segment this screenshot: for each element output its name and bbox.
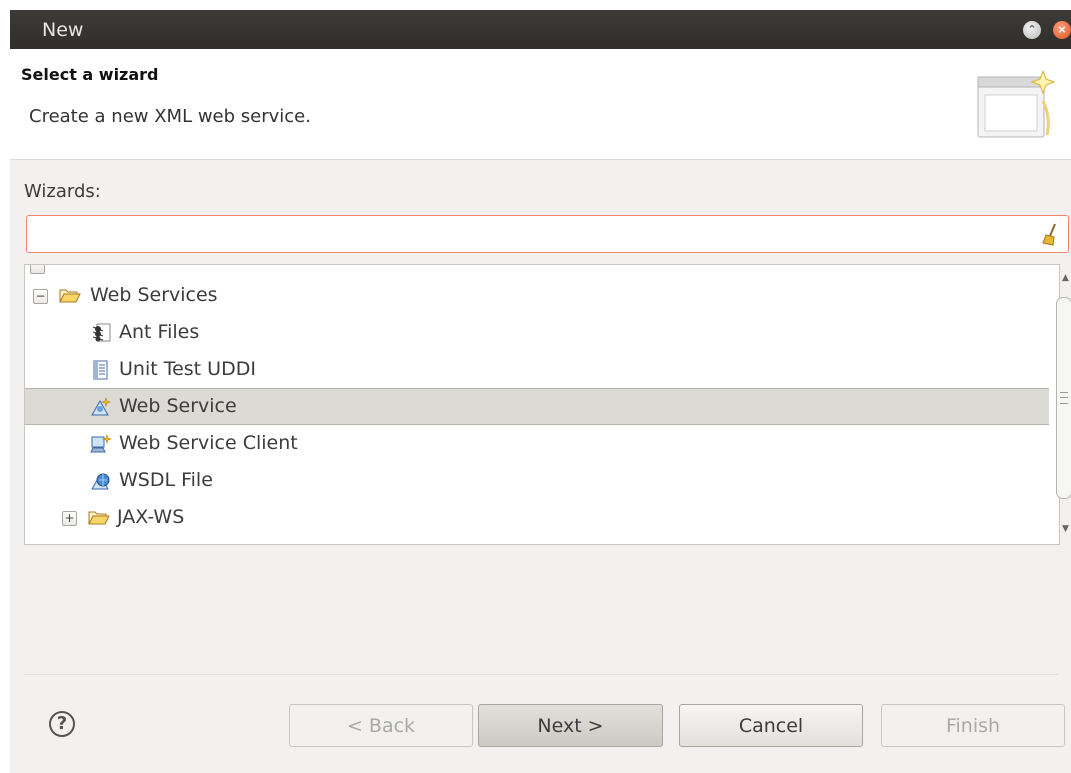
title-bar: New ⌃ × [10, 10, 1071, 49]
tree-collapse-toggle[interactable] [30, 265, 45, 274]
tree-item-wsdl-file[interactable]: WSDL File [25, 462, 1049, 499]
scroll-down-arrow-icon[interactable]: ▼ [1062, 524, 1069, 534]
wizard-header: Select a wizard Create a new XML web ser… [10, 49, 1071, 160]
next-button[interactable]: Next > [478, 704, 663, 747]
dialog-content: Wizards: − Web Services Ant Files Unit T… [10, 160, 1071, 773]
wizard-banner-icon [977, 71, 1056, 138]
clear-filter-icon[interactable] [1041, 223, 1059, 247]
header-description: Create a new XML web service. [29, 106, 311, 127]
tree-item-web-services[interactable]: − Web Services [25, 277, 1049, 314]
close-icon: × [1057, 23, 1067, 36]
ant-icon [92, 323, 111, 342]
wizards-label: Wizards: [24, 181, 101, 202]
tree-item-jax-ws[interactable]: + JAX-WS [25, 499, 1049, 536]
tree-item-label: JAX-WS [117, 506, 185, 528]
wizard-tree[interactable]: − Web Services Ant Files Unit Test UDDI … [24, 264, 1060, 545]
wsdl-icon [91, 473, 110, 490]
tree-item-label: Ant Files [119, 321, 200, 343]
web-service-client-icon [90, 434, 112, 453]
wizard-filter-input[interactable] [26, 215, 1069, 253]
folder-open-icon [59, 289, 81, 303]
finish-button[interactable]: Finish [881, 704, 1065, 747]
tree-item-web-service-client[interactable]: Web Service Client [25, 425, 1049, 462]
close-button[interactable]: × [1053, 21, 1071, 39]
maximize-icon: ⌃ [1027, 23, 1037, 36]
tree-item-label: Web Service [119, 395, 237, 417]
help-button[interactable]: ? [49, 711, 75, 737]
tree-item-unit-test-uddi[interactable]: Unit Test UDDI [25, 351, 1049, 388]
tree-item-label: WSDL File [119, 469, 213, 491]
expand-toggle[interactable]: + [62, 511, 77, 526]
tree-item-web-service[interactable]: Web Service [25, 388, 1049, 425]
tree-item-label: Web Services [90, 284, 218, 306]
maximize-button[interactable]: ⌃ [1023, 21, 1041, 39]
tree-item-label: Web Service Client [119, 432, 298, 454]
tree-item-label: Unit Test UDDI [119, 358, 256, 380]
cancel-button[interactable]: Cancel [679, 704, 863, 747]
collapse-toggle[interactable]: − [33, 289, 48, 304]
button-bar-separator [24, 674, 1058, 675]
document-icon [93, 360, 108, 380]
folder-open-icon [88, 511, 110, 525]
back-button[interactable]: < Back [289, 704, 473, 747]
tree-item-ant-files[interactable]: Ant Files [25, 314, 1049, 351]
window-title: New [42, 19, 84, 41]
header-title: Select a wizard [21, 65, 159, 84]
web-service-icon [91, 397, 111, 416]
scrollbar-thumb[interactable] [1056, 297, 1071, 499]
scroll-up-arrow-icon[interactable]: ▲ [1062, 273, 1069, 283]
grip-icon [1060, 392, 1068, 404]
